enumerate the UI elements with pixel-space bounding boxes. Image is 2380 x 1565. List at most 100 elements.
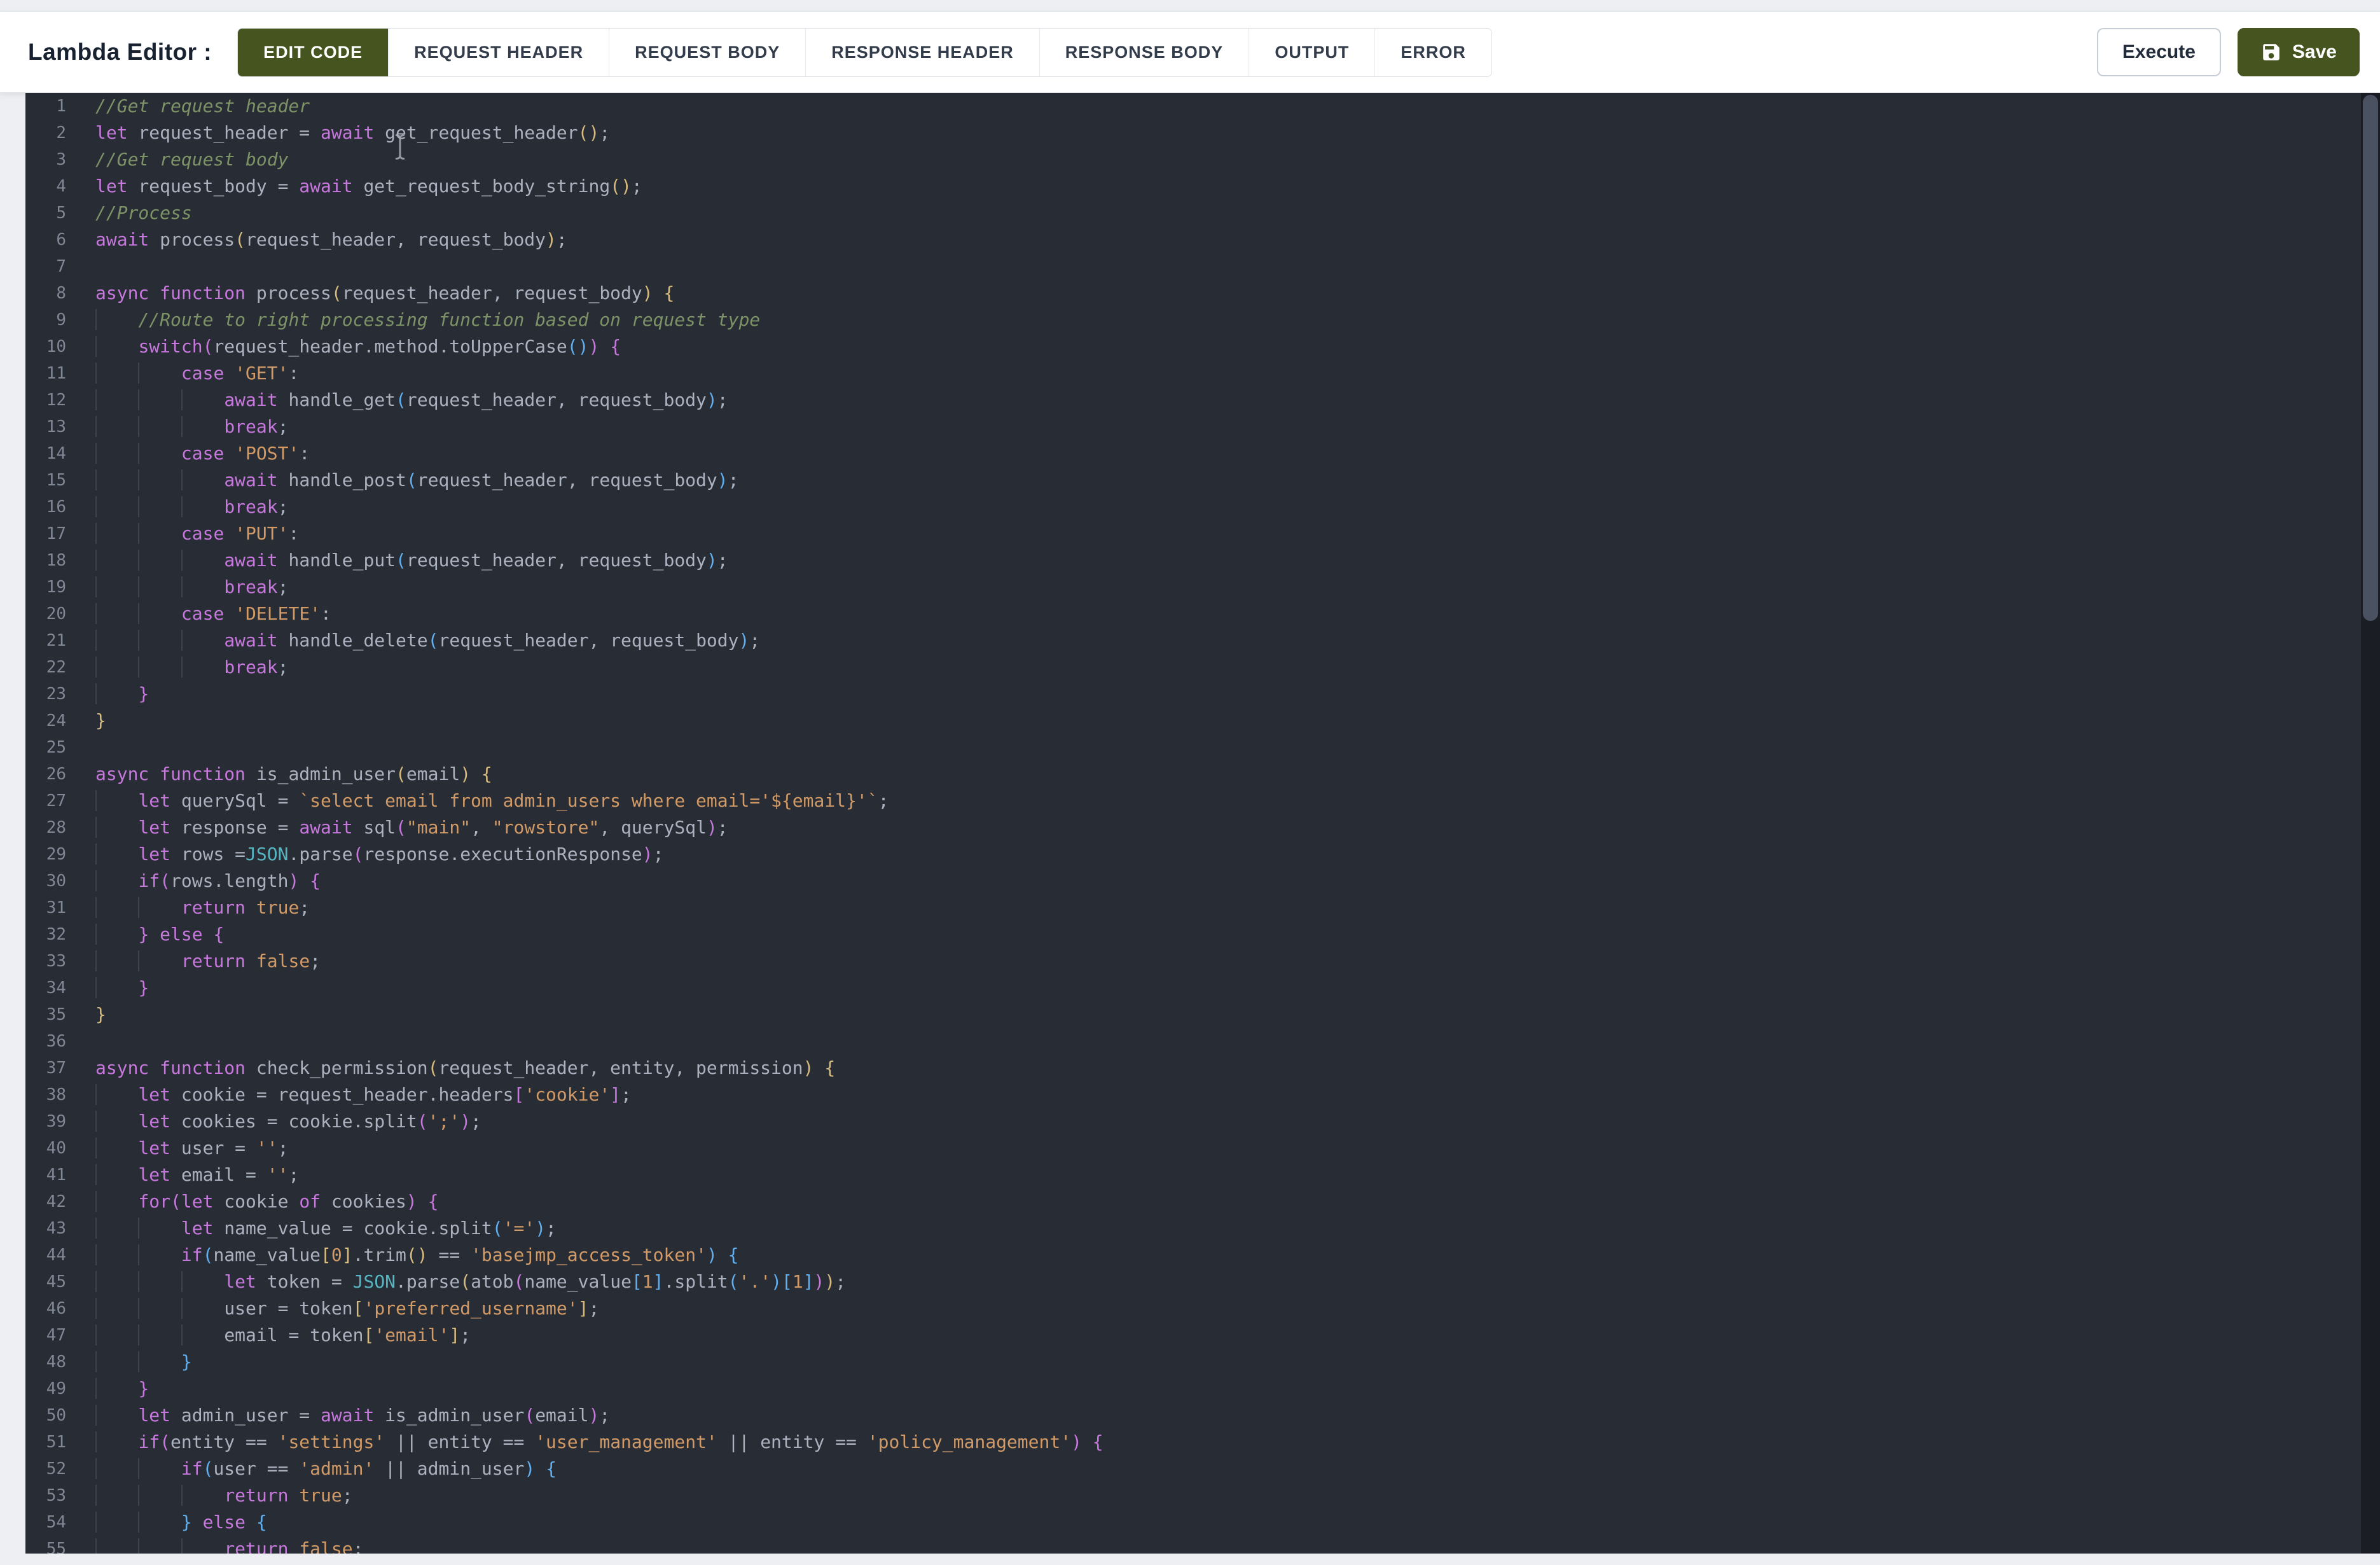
code-line[interactable]: return false; <box>95 1536 2380 1554</box>
line-number: 8 <box>25 280 66 307</box>
line-number: 51 <box>25 1429 66 1456</box>
line-number: 11 <box>25 360 66 387</box>
code-line[interactable]: case 'POST': <box>95 440 2380 467</box>
code-line[interactable]: } <box>95 1349 2380 1375</box>
code-line[interactable]: //Get request header <box>95 93 2380 120</box>
line-number: 53 <box>25 1482 66 1509</box>
save-button-label: Save <box>2292 43 2337 62</box>
line-number: 48 <box>25 1349 66 1375</box>
line-number: 1 <box>25 93 66 120</box>
code-line[interactable]: async function check_permission(request_… <box>95 1055 2380 1082</box>
code-line[interactable]: return true; <box>95 1482 2380 1509</box>
code-line[interactable]: async function process(request_header, r… <box>95 280 2380 307</box>
execute-button[interactable]: Execute <box>2097 28 2221 76</box>
code-line[interactable]: user = token['preferred_username']; <box>95 1295 2380 1322</box>
code-line[interactable]: if(entity == 'settings' || entity == 'us… <box>95 1429 2380 1456</box>
tab-response-header[interactable]: RESPONSE HEADER <box>806 29 1040 76</box>
line-number: 15 <box>25 467 66 494</box>
lambda-editor-app: Lambda Editor : EDIT CODEREQUEST HEADERR… <box>0 11 2380 1554</box>
code-line[interactable]: } <box>95 707 2380 734</box>
code-line[interactable]: case 'GET': <box>95 360 2380 387</box>
code-line[interactable]: let name_value = cookie.split('='); <box>95 1215 2380 1242</box>
line-number: 20 <box>25 601 66 627</box>
code-line[interactable]: if(rows.length) { <box>95 868 2380 894</box>
line-number: 28 <box>25 814 66 841</box>
code-line[interactable]: for(let cookie of cookies) { <box>95 1188 2380 1215</box>
code-line[interactable]: //Process <box>95 200 2380 226</box>
line-number: 45 <box>25 1269 66 1295</box>
line-number: 36 <box>25 1028 66 1055</box>
code-line[interactable]: break; <box>95 414 2380 440</box>
code-line[interactable]: return false; <box>95 948 2380 975</box>
tab-output[interactable]: OUTPUT <box>1249 29 1375 76</box>
code-content[interactable]: //Get request headerlet request_header =… <box>95 93 2380 1554</box>
line-number: 16 <box>25 494 66 520</box>
code-editor[interactable]: 1234567891011121314151617181920212223242… <box>25 93 2380 1554</box>
line-number: 26 <box>25 761 66 788</box>
line-number: 54 <box>25 1509 66 1536</box>
code-line[interactable]: //Route to right processing function bas… <box>95 307 2380 333</box>
code-line[interactable]: let response = await sql("main", "rowsto… <box>95 814 2380 841</box>
code-line[interactable]: if(user == 'admin' || admin_user) { <box>95 1456 2380 1482</box>
code-line[interactable]: switch(request_header.method.toUpperCase… <box>95 333 2380 360</box>
line-number: 38 <box>25 1082 66 1108</box>
line-number: 5 <box>25 200 66 226</box>
code-line[interactable]: let request_header = await get_request_h… <box>95 120 2380 146</box>
line-number: 19 <box>25 574 66 601</box>
save-button[interactable]: Save <box>2238 28 2360 76</box>
code-line[interactable]: break; <box>95 494 2380 520</box>
code-line[interactable]: } else { <box>95 921 2380 948</box>
code-line[interactable]: } <box>95 1001 2380 1028</box>
code-line[interactable]: async function is_admin_user(email) { <box>95 761 2380 788</box>
code-line[interactable]: case 'DELETE': <box>95 601 2380 627</box>
line-number: 43 <box>25 1215 66 1242</box>
code-line[interactable]: let token = JSON.parse(atob(name_value[1… <box>95 1269 2380 1295</box>
code-line[interactable]: let admin_user = await is_admin_user(ema… <box>95 1402 2380 1429</box>
code-line[interactable]: } <box>95 975 2380 1001</box>
code-line[interactable]: break; <box>95 654 2380 681</box>
code-line[interactable] <box>95 1028 2380 1055</box>
tab-request-header[interactable]: REQUEST HEADER <box>389 29 609 76</box>
code-line[interactable]: await handle_put(request_header, request… <box>95 547 2380 574</box>
line-number: 35 <box>25 1001 66 1028</box>
code-line[interactable]: return true; <box>95 894 2380 921</box>
line-number: 41 <box>25 1162 66 1188</box>
code-line[interactable]: } else { <box>95 1509 2380 1536</box>
code-line[interactable]: let email = ''; <box>95 1162 2380 1188</box>
line-number: 32 <box>25 921 66 948</box>
code-line[interactable]: let cookie = request_header.headers['coo… <box>95 1082 2380 1108</box>
line-number: 4 <box>25 173 66 200</box>
code-line[interactable]: } <box>95 681 2380 707</box>
tab-response-body[interactable]: RESPONSE BODY <box>1040 29 1250 76</box>
line-number: 7 <box>25 253 66 280</box>
code-line[interactable]: } <box>95 1375 2380 1402</box>
code-line[interactable]: await handle_delete(request_header, requ… <box>95 627 2380 654</box>
code-line[interactable]: let rows =JSON.parse(response.executionR… <box>95 841 2380 868</box>
code-line[interactable]: case 'PUT': <box>95 520 2380 547</box>
code-line[interactable]: email = token['email']; <box>95 1322 2380 1349</box>
editor-scrollbar[interactable] <box>2361 93 2380 1554</box>
code-line[interactable]: break; <box>95 574 2380 601</box>
tab-error[interactable]: ERROR <box>1375 29 1491 76</box>
code-line[interactable]: await process(request_header, request_bo… <box>95 226 2380 253</box>
line-number: 31 <box>25 894 66 921</box>
code-line[interactable] <box>95 734 2380 761</box>
line-number: 44 <box>25 1242 66 1269</box>
tab-edit-code[interactable]: EDIT CODE <box>238 29 389 76</box>
line-number: 24 <box>25 707 66 734</box>
code-line[interactable]: let user = ''; <box>95 1135 2380 1162</box>
code-line[interactable] <box>95 253 2380 280</box>
code-line[interactable]: //Get request body <box>95 146 2380 173</box>
line-number: 42 <box>25 1188 66 1215</box>
page-title: Lambda Editor : <box>28 39 212 66</box>
code-line[interactable]: await handle_post(request_header, reques… <box>95 467 2380 494</box>
tab-request-body[interactable]: REQUEST BODY <box>609 29 806 76</box>
line-number: 40 <box>25 1135 66 1162</box>
scrollbar-thumb[interactable] <box>2363 95 2378 621</box>
code-line[interactable]: let querySql = `select email from admin_… <box>95 788 2380 814</box>
line-number: 33 <box>25 948 66 975</box>
code-line[interactable]: if(name_value[0].trim() == 'basejmp_acce… <box>95 1242 2380 1269</box>
code-line[interactable]: let request_body = await get_request_bod… <box>95 173 2380 200</box>
code-line[interactable]: await handle_get(request_header, request… <box>95 387 2380 414</box>
code-line[interactable]: let cookies = cookie.split(';'); <box>95 1108 2380 1135</box>
